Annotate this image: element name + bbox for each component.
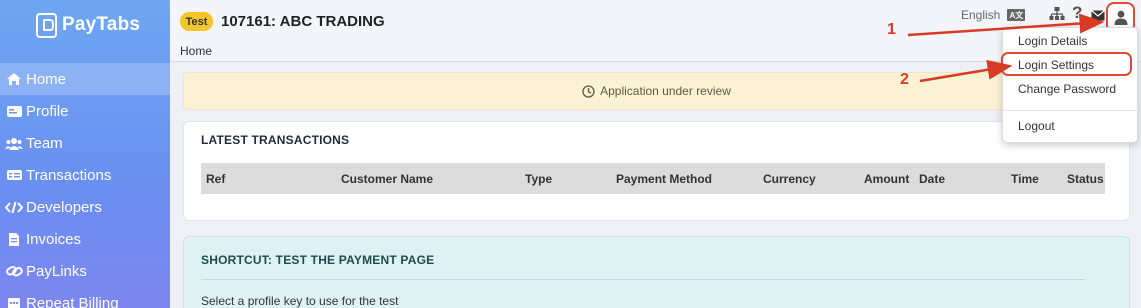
annotation-number-1: 1 <box>887 21 896 38</box>
arrow-1 <box>907 13 1105 37</box>
annotation-number-2: 2 <box>900 71 909 88</box>
arrow-2 <box>919 59 1013 83</box>
annotation-arrows <box>907 13 1105 83</box>
